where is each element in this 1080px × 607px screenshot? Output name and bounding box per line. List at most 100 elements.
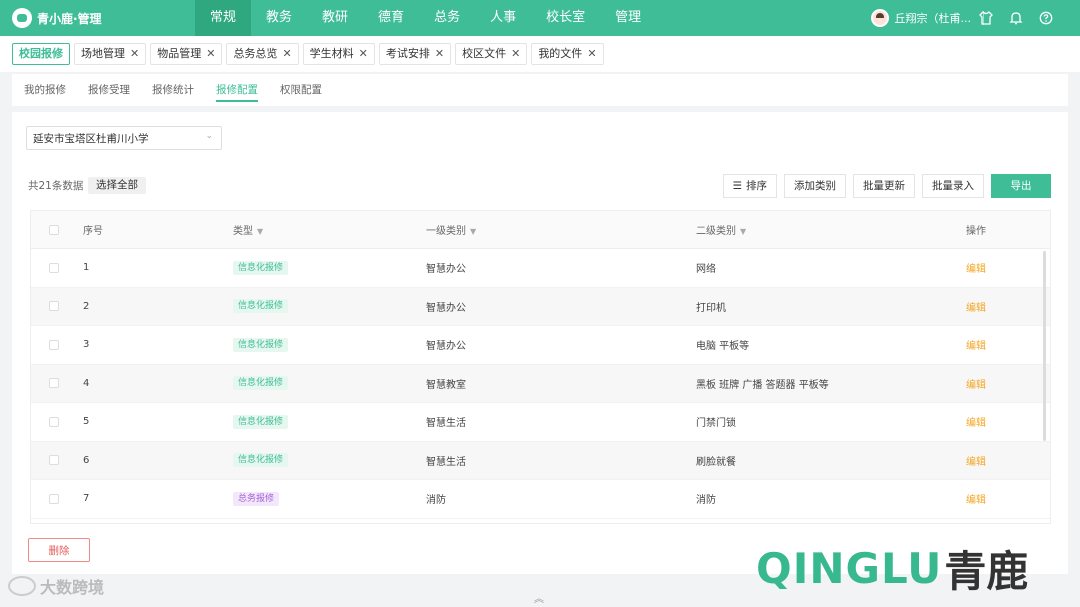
row-checkbox[interactable] bbox=[49, 493, 59, 504]
table-row[interactable]: 4 信息化报修 智慧教室 黑板 班牌 广播 答题器 平板等 编辑 bbox=[31, 364, 1050, 403]
nav-item[interactable]: 人事 bbox=[475, 0, 531, 36]
tab-1[interactable]: 场地管理 ✕ bbox=[74, 43, 147, 65]
row-checkbox[interactable] bbox=[49, 378, 59, 389]
tab-2[interactable]: 物品管理 ✕ bbox=[150, 43, 223, 65]
subnav-label: 报修受理 bbox=[88, 84, 130, 96]
close-icon[interactable]: ✕ bbox=[587, 44, 596, 64]
user-name[interactable]: 丘翔宗（杜甫... bbox=[895, 10, 972, 26]
tab-5[interactable]: 考试安排 ✕ bbox=[378, 43, 452, 65]
edit-link[interactable]: 编辑 bbox=[966, 380, 986, 391]
nav-item[interactable]: 管理 bbox=[600, 0, 656, 36]
edit-link[interactable]: 编辑 bbox=[966, 341, 986, 352]
cell-no: 6 bbox=[83, 454, 90, 466]
table-row[interactable]: 2 信息化报修 智慧办公 打印机 编辑 bbox=[31, 287, 1050, 326]
batch-update-button[interactable]: 批量更新 bbox=[853, 174, 915, 198]
select-all-checkbox[interactable] bbox=[49, 224, 59, 235]
watermark-left-text: 大数跨境 bbox=[40, 578, 105, 597]
table-scrollbar[interactable] bbox=[1043, 251, 1046, 441]
list-icon: ☰ bbox=[732, 180, 742, 192]
tab-label: 学生材料 bbox=[309, 47, 354, 60]
export-button[interactable]: 导出 bbox=[991, 174, 1051, 198]
tab-label: 我的文件 bbox=[538, 47, 583, 60]
chevron-down-icon: ⌄ bbox=[205, 131, 213, 141]
watermark-left: 大数跨境 bbox=[8, 574, 104, 598]
toolbar: ☰ 排序 添加类别 批量更新 批量录入 导出 bbox=[722, 174, 1051, 198]
row-checkbox[interactable] bbox=[49, 339, 59, 350]
filter-caret-icon[interactable]: ▼ bbox=[257, 227, 263, 236]
nav-item[interactable]: 常规 bbox=[195, 0, 252, 36]
sort-button[interactable]: ☰ 排序 bbox=[722, 174, 777, 198]
header-no: 序号 bbox=[83, 226, 103, 237]
cell-no: 7 bbox=[83, 493, 90, 505]
close-icon[interactable]: ✕ bbox=[435, 44, 444, 64]
edit-link[interactable]: 编辑 bbox=[966, 457, 986, 468]
type-tag: 信息化报修 bbox=[233, 299, 289, 314]
tab-6[interactable]: 校区文件 ✕ bbox=[455, 43, 528, 65]
filter-caret-icon[interactable]: ▼ bbox=[470, 227, 476, 236]
filter-caret-icon[interactable]: ▼ bbox=[740, 227, 746, 236]
row-checkbox[interactable] bbox=[49, 455, 59, 466]
row-checkbox[interactable] bbox=[49, 262, 59, 273]
close-icon[interactable]: ✕ bbox=[206, 44, 215, 64]
nav-item[interactable]: 总务 bbox=[419, 0, 475, 36]
user-menu[interactable]: 丘翔宗（杜甫... bbox=[870, 0, 984, 36]
table-row[interactable]: 6 信息化报修 智慧生活 刷脸就餐 编辑 bbox=[31, 441, 1050, 480]
edit-link[interactable]: 编辑 bbox=[966, 264, 986, 275]
header-level1[interactable]: 一级类别 ▼ bbox=[426, 222, 696, 237]
edit-link[interactable]: 编辑 bbox=[966, 418, 986, 429]
row-checkbox[interactable] bbox=[49, 301, 59, 312]
sub-navigation: 我的报修 报修受理 报修统计 报修配置 权限配置 bbox=[12, 74, 1068, 106]
nav-item[interactable]: 德育 bbox=[363, 0, 419, 36]
table-row[interactable]: 7 总务报修 消防 消防 编辑 bbox=[31, 480, 1050, 519]
nav-item[interactable]: 教研 bbox=[307, 0, 363, 36]
table-row[interactable]: 5 信息化报修 智慧生活 门禁门锁 编辑 bbox=[31, 403, 1050, 442]
header-type[interactable]: 类型 ▼ bbox=[233, 222, 426, 237]
close-icon[interactable]: ✕ bbox=[511, 44, 520, 64]
subnav-item[interactable]: 我的报修 bbox=[24, 74, 66, 106]
cell-no: 4 bbox=[83, 377, 90, 389]
table-row[interactable]: 3 信息化报修 智慧办公 电脑 平板等 编辑 bbox=[31, 326, 1050, 365]
nav-item[interactable]: 校长室 bbox=[531, 0, 600, 36]
subnav-item[interactable]: 报修统计 bbox=[152, 74, 194, 106]
row-checkbox[interactable] bbox=[49, 416, 59, 427]
subnav-label: 我的报修 bbox=[24, 84, 66, 96]
tab-7[interactable]: 我的文件 ✕ bbox=[531, 43, 604, 65]
subnav-item[interactable]: 报修配置 bbox=[216, 74, 258, 106]
select-all-button[interactable]: 选择全部 bbox=[88, 177, 146, 194]
delete-button[interactable]: 删除 bbox=[28, 538, 90, 562]
close-icon[interactable]: ✕ bbox=[282, 44, 291, 64]
brand-cjk: 青鹿 bbox=[944, 547, 1029, 596]
logo[interactable]: 青小鹿·管理 bbox=[0, 0, 195, 36]
close-icon[interactable]: ✕ bbox=[130, 44, 139, 64]
watermark-logo-icon bbox=[8, 576, 36, 596]
avatar[interactable] bbox=[870, 9, 889, 27]
subnav-item[interactable]: 权限配置 bbox=[280, 74, 322, 106]
subnav-item[interactable]: 报修受理 bbox=[88, 74, 130, 106]
nav-item[interactable]: 教务 bbox=[251, 0, 307, 36]
batch-entry-button[interactable]: 批量录入 bbox=[922, 174, 984, 198]
tab-label: 总务总览 bbox=[233, 47, 278, 60]
subnav-label: 报修统计 bbox=[152, 84, 194, 96]
tab-label: 校区文件 bbox=[462, 47, 507, 60]
close-icon[interactable]: ✕ bbox=[359, 44, 368, 64]
cell-level1: 智慧生活 bbox=[426, 418, 466, 430]
header-level2[interactable]: 二级类别 ▼ bbox=[696, 222, 966, 237]
tab-4[interactable]: 学生材料 ✕ bbox=[302, 43, 375, 65]
table-row[interactable]: 1 信息化报修 智慧办公 网络 编辑 bbox=[31, 249, 1050, 288]
tab-label: 物品管理 bbox=[157, 47, 202, 60]
bell-icon[interactable] bbox=[1008, 10, 1024, 26]
edit-link[interactable]: 编辑 bbox=[966, 303, 986, 314]
school-select[interactable]: 延安市宝塔区杜甫川小学 ⌄ bbox=[26, 126, 222, 150]
cell-level2: 网络 bbox=[696, 264, 716, 276]
chevron-up-icon[interactable]: ︽ bbox=[534, 590, 544, 605]
open-tabs-bar: 校园报修 场地管理 ✕ 物品管理 ✕ 总务总览 ✕ 学生材料 ✕ 考试安排 ✕ 校区文件 ✕ 我的文件 ✕ bbox=[0, 36, 1080, 72]
cell-no: 5 bbox=[83, 416, 90, 428]
edit-link[interactable]: 编辑 bbox=[966, 495, 986, 506]
shirt-icon[interactable] bbox=[978, 10, 994, 26]
help-icon[interactable] bbox=[1038, 10, 1054, 26]
cell-level1: 消防 bbox=[426, 495, 446, 507]
tab-3[interactable]: 总务总览 ✕ bbox=[226, 43, 299, 65]
tab-0[interactable]: 校园报修 bbox=[12, 43, 70, 65]
add-category-button[interactable]: 添加类别 bbox=[784, 174, 846, 198]
cell-no: 3 bbox=[83, 339, 90, 351]
